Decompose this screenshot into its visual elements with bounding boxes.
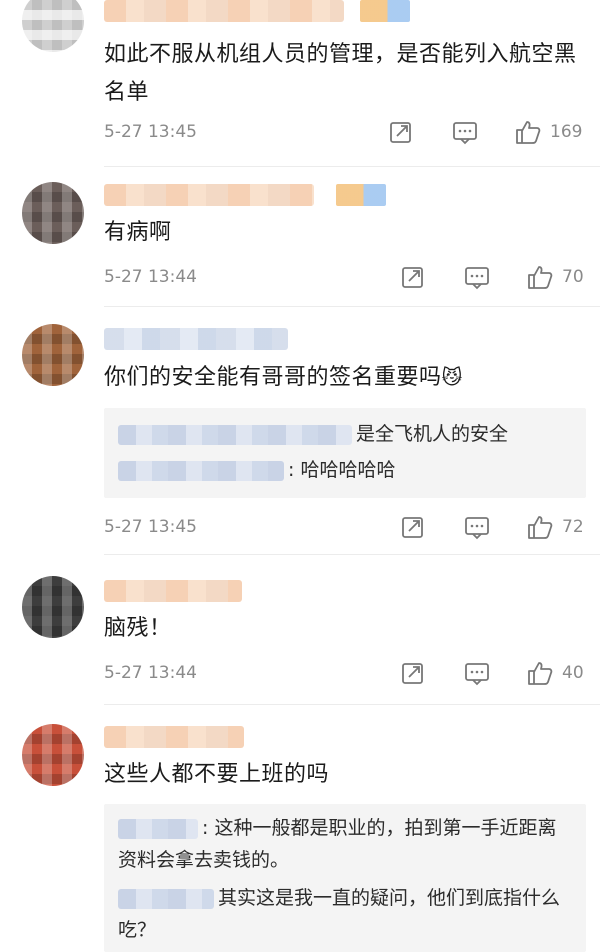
thumbs-up-icon[interactable]	[514, 119, 541, 145]
like-count: 169	[550, 122, 583, 142]
comment-time: 5-27 13:44	[104, 267, 197, 287]
cat-emoji-icon: 😼	[441, 365, 463, 389]
avatar[interactable]	[22, 576, 84, 638]
comment-item: 你们的安全能有哥哥的签名重要吗😼 是全飞机人的安全 : 哈哈哈哈哈 5-27 1…	[0, 306, 600, 554]
reply-username-blurred[interactable]	[118, 818, 198, 839]
username-blurred[interactable]	[104, 580, 242, 602]
share-icon[interactable]	[400, 660, 426, 686]
comment-meta: 5-27 13:45 169	[104, 117, 600, 147]
comment-icon[interactable]	[464, 514, 490, 540]
reply-box[interactable]: 是全飞机人的安全 : 哈哈哈哈哈	[104, 408, 586, 498]
avatar[interactable]	[22, 324, 84, 386]
comment-text: 脑残！	[104, 616, 172, 641]
reply-username-blurred[interactable]	[118, 460, 284, 481]
thumbs-up-icon[interactable]	[526, 264, 553, 290]
avatar[interactable]	[22, 724, 84, 786]
username-blurred[interactable]	[104, 0, 344, 22]
reply-username-blurred[interactable]	[118, 888, 214, 909]
reply-line: 其实这是我一直的疑问，他们到底指什么吃？	[118, 887, 561, 941]
reply-line: 是全飞机人的安全	[118, 418, 572, 450]
comment-text: 有病啊	[104, 220, 172, 245]
thumbs-up-icon[interactable]	[526, 660, 553, 686]
user-badge	[360, 0, 410, 22]
avatar[interactable]	[22, 0, 84, 52]
thumbs-up-icon[interactable]	[526, 514, 553, 540]
username-blurred[interactable]	[104, 726, 244, 748]
comment-item: 如此不服从机组人员的管理，是否能列入航空黑名单 5-27 13:45 169	[0, 0, 600, 160]
comment-time: 5-27 13:45	[104, 517, 197, 537]
user-badge	[336, 184, 386, 206]
username-blurred[interactable]	[104, 328, 288, 350]
reply-username-blurred[interactable]	[118, 424, 352, 445]
avatar[interactable]	[22, 182, 84, 244]
share-icon[interactable]	[400, 264, 426, 290]
like-count: 70	[562, 267, 584, 287]
comment-meta: 5-27 13:44 40	[104, 658, 600, 688]
like-count: 40	[562, 663, 584, 683]
comment-item: 这些人都不要上班的吗 : 这种一般都是职业的，拍到第一手近距离资料会拿去卖钱的。…	[0, 704, 600, 952]
reply-line: : 这种一般都是职业的，拍到第一手近距离资料会拿去卖钱的。	[118, 817, 557, 871]
comment-time: 5-27 13:44	[104, 663, 197, 683]
username-blurred[interactable]	[104, 184, 314, 206]
comment-time: 5-27 13:45	[104, 122, 197, 142]
comment-text: 这些人都不要上班的吗	[104, 762, 330, 787]
comment-item: 有病啊 5-27 13:44 70	[0, 166, 600, 306]
comment-item: 脑残！ 5-27 13:44 40	[0, 554, 600, 704]
like-count: 72	[562, 517, 584, 537]
comment-icon[interactable]	[464, 264, 490, 290]
share-icon[interactable]	[400, 514, 426, 540]
reply-box[interactable]: : 这种一般都是职业的，拍到第一手近距离资料会拿去卖钱的。 其实这是我一直的疑问…	[104, 804, 586, 952]
comment-icon[interactable]	[452, 119, 478, 145]
comment-meta: 5-27 13:45 72	[104, 512, 600, 542]
comment-meta: 5-27 13:44 70	[104, 262, 600, 292]
comment-text: 你们的安全能有哥哥的签名重要吗😼	[104, 365, 463, 390]
comment-icon[interactable]	[464, 660, 490, 686]
share-icon[interactable]	[388, 119, 414, 145]
reply-line: : 哈哈哈哈哈	[118, 454, 572, 486]
comment-text: 如此不服从机组人员的管理，是否能列入航空黑名单	[104, 42, 577, 105]
